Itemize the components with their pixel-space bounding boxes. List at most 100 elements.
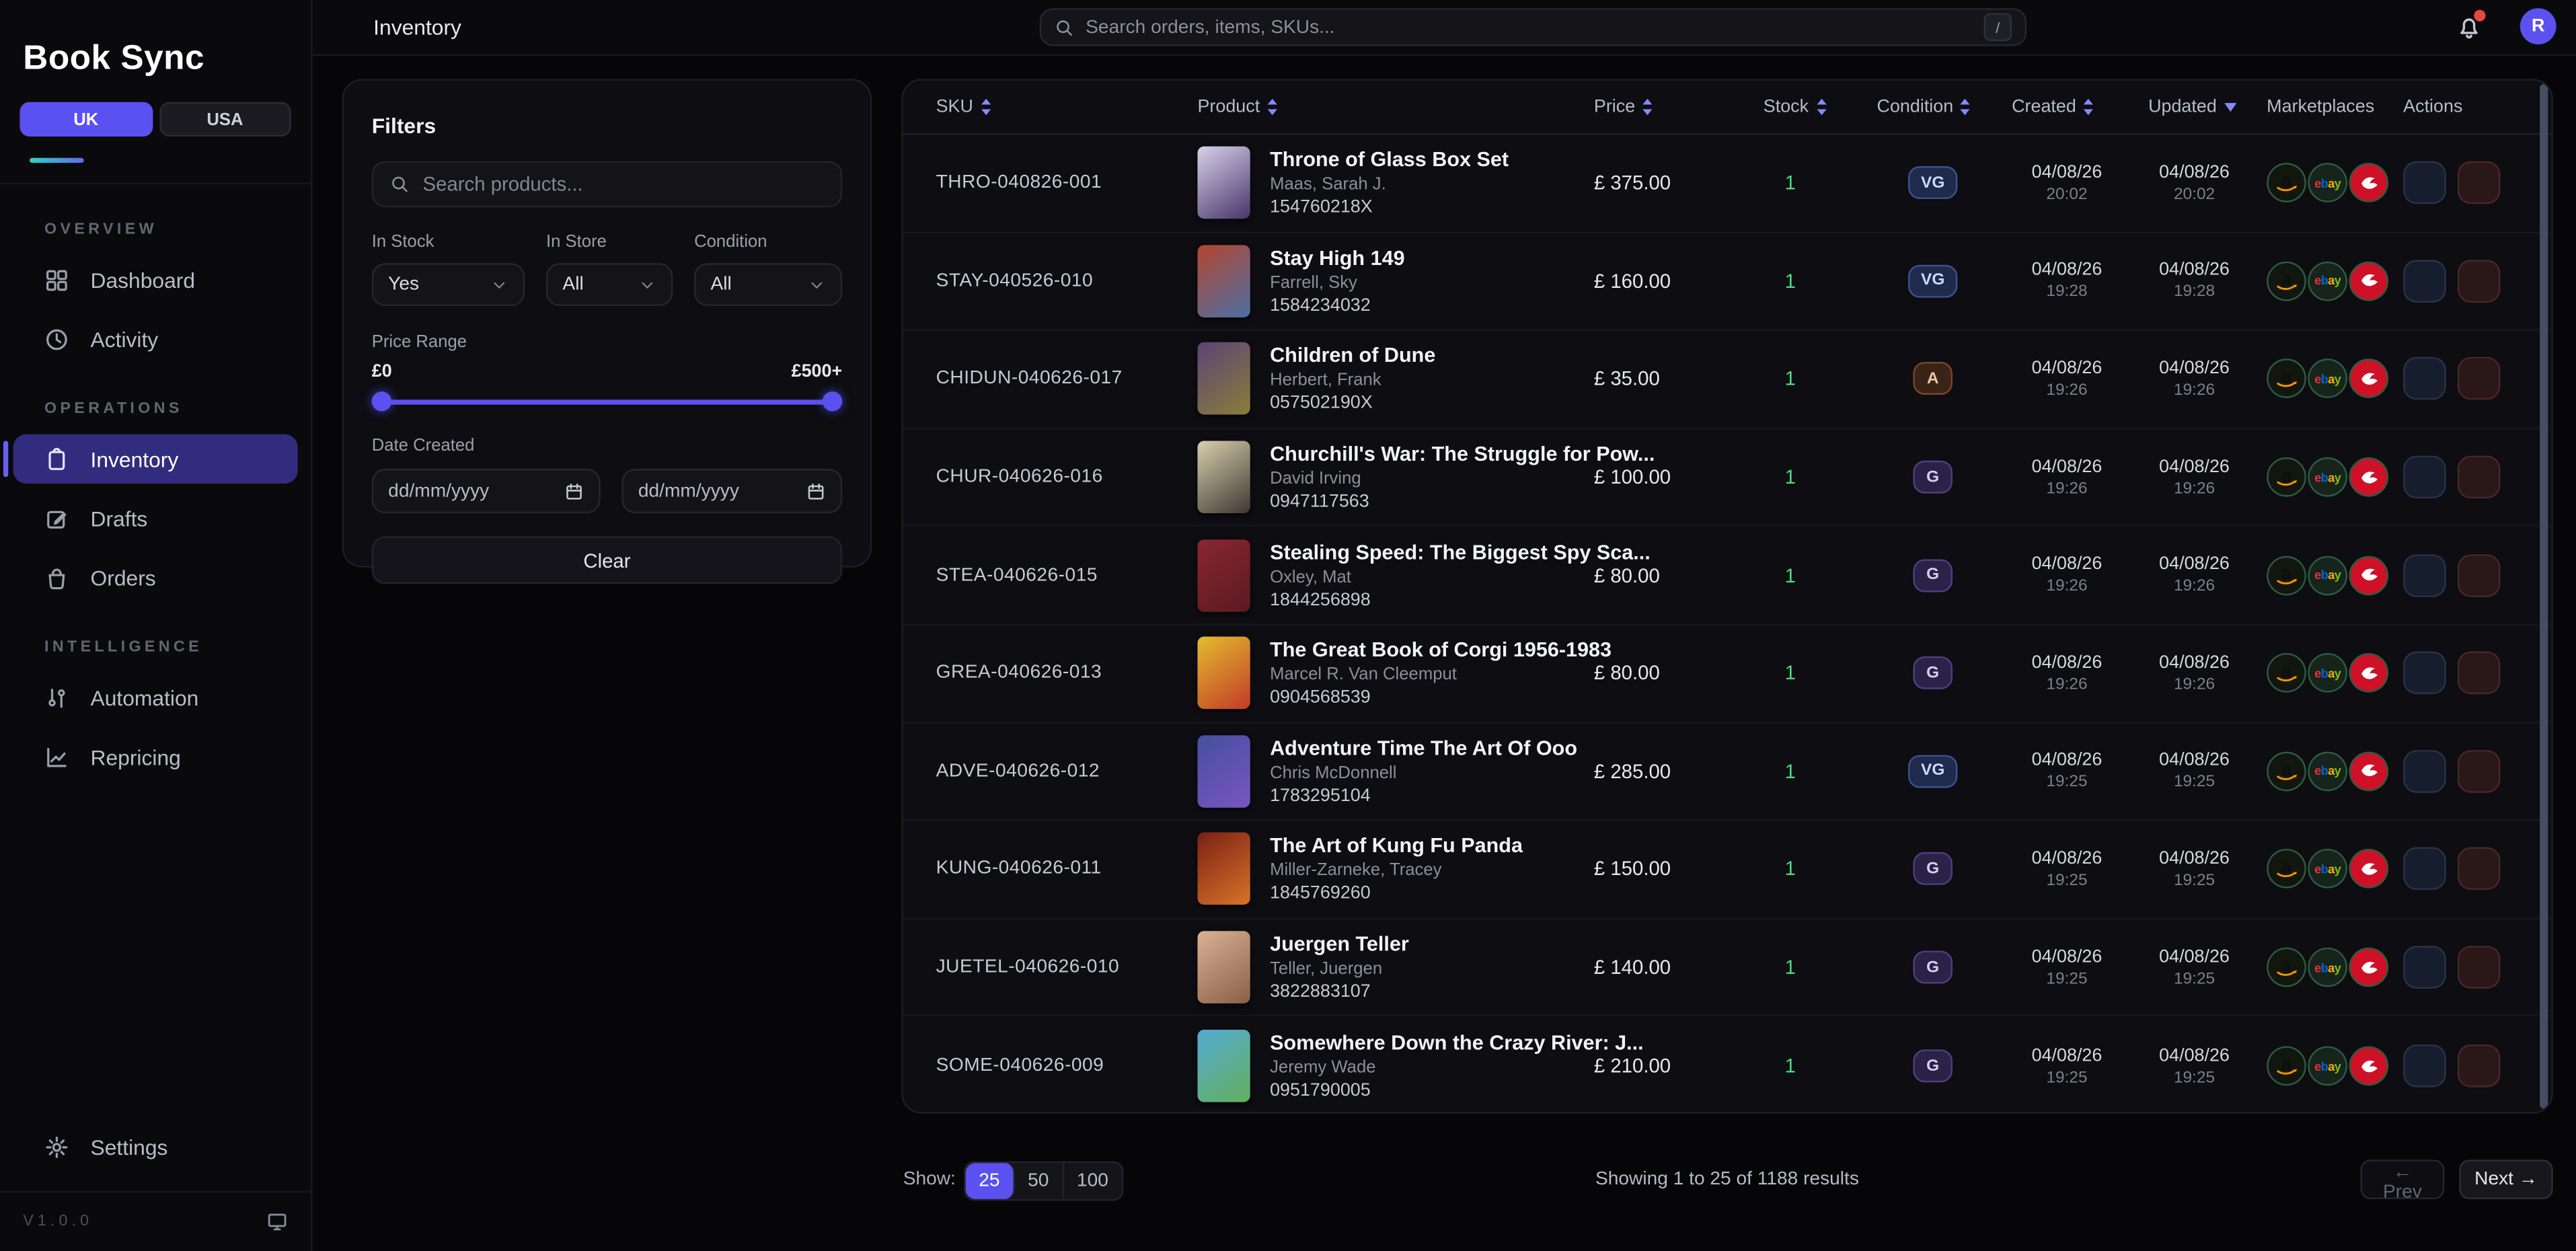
- sidebar-item-dashboard[interactable]: Dashboard: [13, 255, 298, 304]
- in-store-value: All: [562, 274, 583, 294]
- sidebar-item-settings[interactable]: Settings: [13, 1122, 298, 1171]
- product-title: Adventure Time The Art Of Ooo: [1270, 736, 1577, 759]
- condition-select[interactable]: All: [694, 263, 842, 306]
- svg-text:a: a: [2281, 858, 2292, 878]
- inventory-table: SKUProductPriceStockCondition CreatedUpda…: [901, 79, 2552, 1113]
- date-from-input[interactable]: dd/mm/yyyy: [372, 469, 601, 513]
- sidebar-item-inventory[interactable]: Inventory: [13, 434, 298, 484]
- delete-button[interactable]: [2458, 750, 2501, 793]
- marketplaces-cell: aebay: [2267, 948, 2403, 987]
- table-row[interactable]: THRO-040826-001 Throne of Glass Box Set …: [903, 135, 2552, 233]
- sidebar-item-orders[interactable]: Orders: [13, 553, 298, 602]
- delete-button[interactable]: [2458, 652, 2501, 695]
- amazon-marketplace-icon: a: [2267, 359, 2306, 399]
- next-page-button[interactable]: Next →: [2459, 1160, 2552, 1199]
- amazon-marketplace-icon: a: [2267, 163, 2306, 203]
- edit-button[interactable]: [2403, 750, 2446, 793]
- product-title: Throne of Glass Box Set: [1270, 149, 1509, 172]
- column-header-sku[interactable]: SKU: [936, 97, 1198, 116]
- delete-button[interactable]: [2458, 358, 2501, 401]
- product-author: Miller-Zarneke, Tracey: [1270, 861, 1523, 880]
- product-search-input[interactable]: Search products...: [372, 161, 842, 207]
- bird-marketplace-icon: [2349, 948, 2388, 987]
- stock-value: 1: [1764, 564, 1877, 586]
- column-header-price[interactable]: Price: [1594, 97, 1764, 116]
- svg-text:a: a: [2281, 269, 2292, 289]
- edit-button[interactable]: [2403, 554, 2446, 597]
- edit-button[interactable]: [2403, 848, 2446, 891]
- delete-button[interactable]: [2458, 260, 2501, 303]
- table-row[interactable]: GREA-040626-013 The Great Book of Corgi …: [903, 625, 2552, 723]
- table-row[interactable]: JUETEL-040626-010 Juergen Teller Teller,…: [903, 919, 2552, 1018]
- column-label: Condition: [1877, 97, 1954, 116]
- sidebar-item-activity[interactable]: Activity: [13, 314, 298, 363]
- edit-button[interactable]: [2403, 652, 2446, 695]
- updated-time: 19:26: [2148, 480, 2240, 498]
- created-date: 04/08/26: [2012, 751, 2122, 770]
- stock-value: 1: [1764, 760, 1877, 783]
- table-row[interactable]: KUNG-040626-011 The Art of Kung Fu Panda…: [903, 821, 2552, 919]
- delete-button[interactable]: [2458, 1045, 2501, 1088]
- sidebar-item-drafts[interactable]: Drafts: [13, 494, 298, 543]
- column-header-product[interactable]: Product: [1197, 97, 1593, 116]
- product-title: The Art of Kung Fu Panda: [1270, 835, 1523, 858]
- delete-button[interactable]: [2458, 848, 2501, 891]
- region-button-usa[interactable]: USA: [159, 102, 291, 137]
- edit-button[interactable]: [2403, 946, 2446, 989]
- table-row[interactable]: ADVE-040626-012 Adventure Time The Art O…: [903, 723, 2552, 821]
- sidebar-nav: OverviewDashboardActivityOperationsInven…: [0, 184, 311, 1122]
- delete-button[interactable]: [2458, 456, 2501, 499]
- delete-button[interactable]: [2458, 161, 2501, 204]
- clipboard-icon: [44, 447, 69, 471]
- prev-page-button[interactable]: ← Prev: [2361, 1160, 2445, 1199]
- clear-filters-button[interactable]: Clear: [372, 536, 842, 584]
- delete-button[interactable]: [2458, 554, 2501, 597]
- sidebar-item-repricing[interactable]: Repricing: [13, 732, 298, 781]
- edit-button[interactable]: [2403, 260, 2446, 303]
- table-row[interactable]: CHUR-040626-016 Churchill's War: The Str…: [903, 429, 2552, 527]
- column-header-condition[interactable]: Condition: [1877, 97, 2012, 116]
- app-logo: Book Sync: [23, 40, 288, 79]
- product-cell: Somewhere Down the Crazy River: J... Jer…: [1197, 1030, 1593, 1102]
- stock-value: 1: [1764, 858, 1877, 880]
- edit-button[interactable]: [2403, 1045, 2446, 1088]
- sort-icon: [2083, 99, 2094, 115]
- column-header-stock[interactable]: Stock: [1764, 97, 1877, 116]
- product-title: Somewhere Down the Crazy River: J...: [1270, 1032, 1594, 1055]
- in-stock-select[interactable]: Yes: [372, 263, 525, 306]
- delete-button[interactable]: [2458, 946, 2501, 989]
- updated-cell: 04/08/26 19:26: [2148, 652, 2267, 693]
- global-search-input[interactable]: Search orders, items, SKUs... /: [1040, 8, 2026, 46]
- edit-button[interactable]: [2403, 456, 2446, 499]
- monitor-icon[interactable]: [266, 1211, 288, 1232]
- slider-handle-min[interactable]: [372, 391, 391, 411]
- date-to-input[interactable]: dd/mm/yyyy: [621, 469, 842, 513]
- svg-text:a: a: [2281, 563, 2292, 583]
- column-header-created[interactable]: Created: [2012, 97, 2148, 116]
- table-row[interactable]: STEA-040626-015 Stealing Speed: The Bigg…: [903, 527, 2552, 626]
- table-row[interactable]: STAY-040526-010 Stay High 149 Farrell, S…: [903, 233, 2552, 331]
- slider-track[interactable]: [372, 400, 842, 404]
- edit-button[interactable]: [2403, 161, 2446, 204]
- avatar[interactable]: R: [2520, 8, 2556, 44]
- actions-cell: [2403, 260, 2553, 303]
- book-cover-thumbnail: [1197, 931, 1250, 1003]
- table-row[interactable]: CHIDUN-040626-017 Children of Dune Herbe…: [903, 331, 2552, 429]
- price-value: £ 140.00: [1594, 956, 1764, 979]
- table-scrollbar[interactable]: [2540, 84, 2548, 1109]
- column-header-updated[interactable]: Updated: [2148, 97, 2267, 116]
- price-range-values: £0 £500+: [372, 362, 842, 381]
- product-cell: Stealing Speed: The Biggest Spy Sca... O…: [1197, 539, 1593, 611]
- region-button-uk[interactable]: UK: [20, 102, 152, 137]
- slider-handle-max[interactable]: [823, 391, 842, 411]
- in-store-select[interactable]: All: [546, 263, 673, 306]
- clock-icon: [44, 326, 69, 351]
- table-row[interactable]: SOME-040626-009 Somewhere Down the Crazy…: [903, 1017, 2552, 1113]
- sidebar-item-automation[interactable]: Automation: [13, 673, 298, 722]
- notifications-button[interactable]: [2456, 13, 2482, 42]
- updated-time: 20:02: [2148, 186, 2240, 204]
- product-title: Churchill's War: The Struggle for Pow...: [1270, 443, 1594, 465]
- product-search-placeholder: Search products...: [423, 173, 583, 196]
- edit-button[interactable]: [2403, 358, 2446, 401]
- created-cell: 04/08/26 19:25: [2012, 947, 2148, 988]
